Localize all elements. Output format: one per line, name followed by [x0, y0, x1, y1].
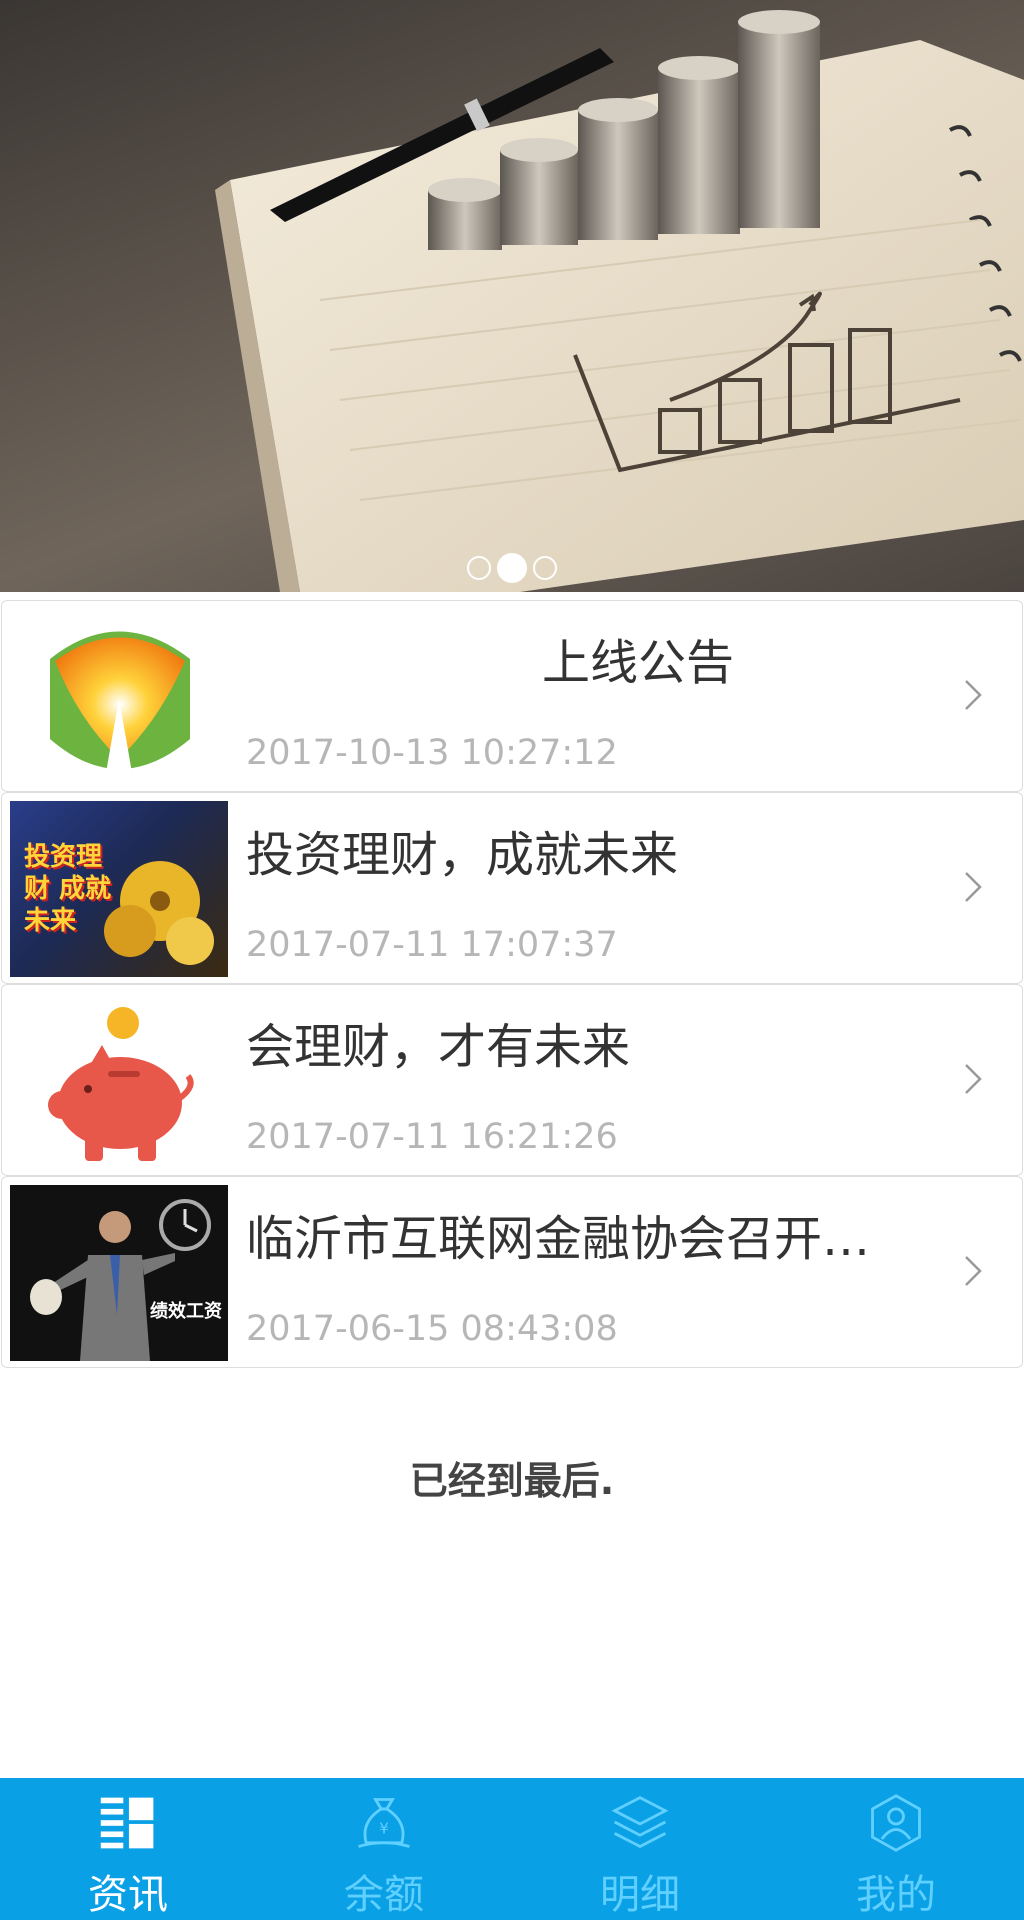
news-date: 2017-07-11 16:21:26: [246, 1117, 618, 1157]
chevron-right-icon: [965, 1064, 982, 1094]
bottom-tab-bar: 资讯 ¥ 余额 明细 我的: [0, 1778, 1024, 1920]
tab-details[interactable]: 明细: [512, 1778, 768, 1920]
news-title: 会理财，才有未来: [246, 1019, 631, 1075]
tab-label: 我的: [856, 1872, 936, 1918]
chevron-right-icon: [965, 680, 982, 710]
news-icon: [100, 1797, 154, 1849]
news-date: 2017-07-11 17:07:37: [246, 925, 618, 965]
news-item[interactable]: 投资理财 成就未来 投资理财，成就未来 2017-07-11 17:07:37: [1, 792, 1023, 984]
poster-text: 绩效工资: [150, 1301, 222, 1322]
chevron-right-icon: [965, 872, 982, 902]
carousel-indicator: [0, 553, 1024, 583]
app-screen: 上线公告 2017-10-13 10:27:12 投资理财 成就未来 投资理财，…: [0, 0, 1024, 1920]
piggy-bank-icon: [48, 1007, 194, 1161]
news-thumbnail: 投资理财 成就未来: [10, 801, 228, 977]
tab-label: 明细: [600, 1872, 680, 1918]
svg-text:¥: ¥: [379, 1819, 389, 1837]
sunrise-leaf-logo-icon: [50, 631, 190, 779]
news-thumbnail: [10, 993, 228, 1169]
banner-carousel[interactable]: [0, 0, 1024, 592]
news-date: 2017-10-13 10:27:12: [246, 733, 618, 773]
businessman-icon: [30, 1199, 211, 1361]
user-profile-icon: [871, 1794, 921, 1852]
money-bag-icon: ¥: [358, 1798, 410, 1848]
news-list: 上线公告 2017-10-13 10:27:12 投资理财 成就未来 投资理财，…: [0, 600, 1024, 1368]
poster-text: 投资理财 成就未来: [24, 842, 112, 936]
tab-label: 资讯: [88, 1872, 168, 1918]
news-item[interactable]: 绩效工资 临沂市互联网金融协会召开… 2017-06-15 08:43:08: [1, 1176, 1023, 1368]
carousel-dot-3[interactable]: [533, 556, 557, 580]
news-thumbnail: 绩效工资: [10, 1185, 228, 1361]
news-item[interactable]: 上线公告 2017-10-13 10:27:12: [1, 600, 1023, 792]
tab-label: 余额: [344, 1872, 424, 1918]
news-title: 临沂市互联网金融协会召开…: [246, 1211, 871, 1267]
carousel-dot-1[interactable]: [467, 556, 491, 580]
news-thumbnail: [10, 609, 228, 785]
news-title: 投资理财，成就未来: [246, 827, 679, 883]
carousel-dot-2[interactable]: [497, 553, 527, 583]
layers-icon: [611, 1796, 669, 1849]
news-title: 上线公告: [542, 635, 735, 691]
news-date: 2017-06-15 08:43:08: [246, 1309, 618, 1349]
news-item[interactable]: 会理财，才有未来 2017-07-11 16:21:26: [1, 984, 1023, 1176]
chevron-right-icon: [965, 1256, 982, 1286]
tab-news[interactable]: 资讯: [0, 1778, 256, 1920]
tab-balance[interactable]: ¥ 余额: [256, 1778, 512, 1920]
end-of-list-note: 已经到最后.: [409, 1459, 615, 1503]
banner-image: [215, 10, 1024, 592]
tab-mine[interactable]: 我的: [768, 1778, 1024, 1920]
